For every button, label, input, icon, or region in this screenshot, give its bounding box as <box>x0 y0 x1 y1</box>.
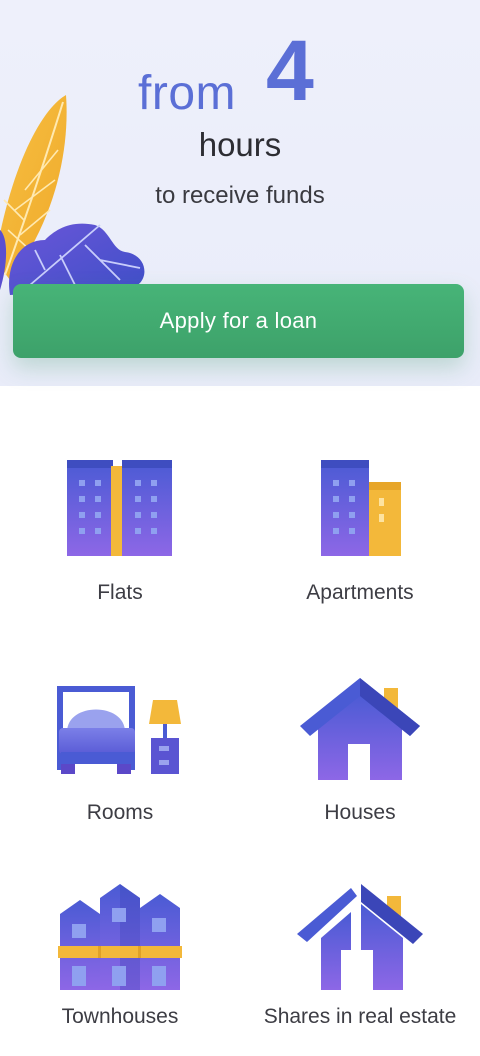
category-label: Apartments <box>306 581 414 604</box>
apartments-building-icon <box>321 460 401 556</box>
apply-for-loan-button[interactable]: Apply for a loan <box>13 284 464 358</box>
hero-hours-unit: hours <box>198 126 282 163</box>
category-label: Shares in real estate <box>263 1005 457 1028</box>
category-rooms[interactable]: Rooms <box>0 666 240 866</box>
hero-from-text: from <box>138 67 236 120</box>
bed-lamp-icon <box>57 686 181 774</box>
house-icon <box>300 678 420 780</box>
flats-building-icon <box>67 460 172 556</box>
category-townhouses[interactable]: Townhouses <box>0 876 240 1056</box>
category-grid: Flats Apartments Rooms Houses Townhouses… <box>0 386 480 1056</box>
category-label: Townhouses <box>61 1005 179 1028</box>
category-houses[interactable]: Houses <box>240 666 480 866</box>
split-house-icon <box>297 884 423 990</box>
townhouses-icon <box>58 884 182 990</box>
hero-subtitle: to receive funds <box>155 182 325 209</box>
category-label: Houses <box>324 801 396 824</box>
category-label: Flats <box>97 581 143 604</box>
category-shares[interactable]: Shares in real estate <box>240 876 480 1056</box>
category-flats[interactable]: Flats <box>0 446 240 646</box>
category-apartments[interactable]: Apartments <box>240 446 480 646</box>
category-label: Rooms <box>86 801 154 824</box>
hero-hours-number: 4 <box>266 23 314 119</box>
